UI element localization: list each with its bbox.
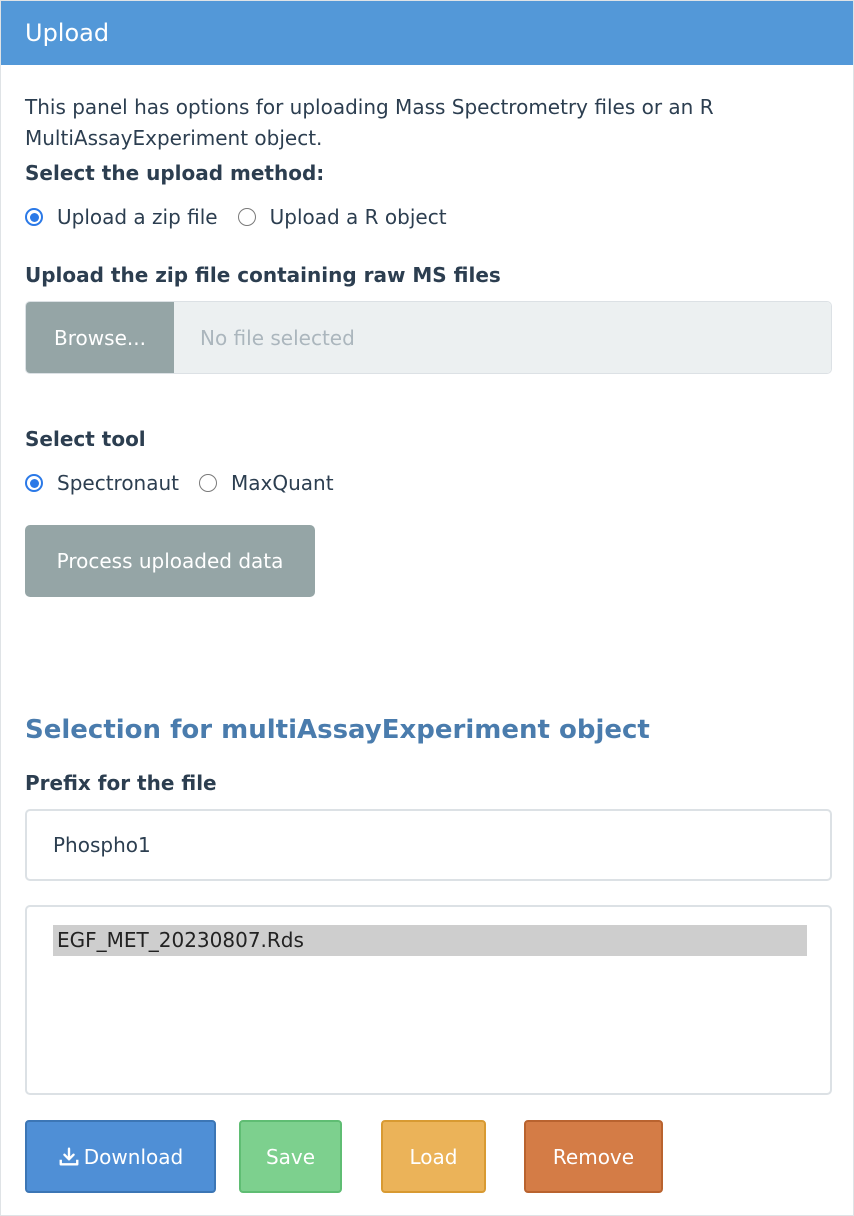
- radio-maxquant[interactable]: MaxQuant: [199, 471, 334, 495]
- download-icon: [59, 1147, 79, 1166]
- upload-panel: Upload This panel has options for upload…: [0, 0, 854, 1216]
- file-listbox[interactable]: EGF_MET_20230807.Rds: [25, 905, 832, 1095]
- upload-method-label: Select the upload method:: [25, 161, 325, 185]
- radio-upload-zip[interactable]: Upload a zip file: [25, 205, 218, 229]
- radio-upload-r-object-label: Upload a R object: [269, 205, 447, 229]
- process-uploaded-data-button[interactable]: Process uploaded data: [25, 525, 315, 597]
- list-item[interactable]: EGF_MET_20230807.Rds: [53, 925, 807, 956]
- panel-header: Upload: [1, 1, 853, 65]
- radio-maxquant-indicator[interactable]: [199, 474, 218, 492]
- tool-radio-group: Spectronaut MaxQuant: [25, 471, 354, 495]
- panel-description: This panel has options for uploading Mas…: [25, 95, 714, 150]
- file-name-display[interactable]: No file selected: [174, 302, 831, 373]
- mae-section-title: Selection for multiAssayExperiment objec…: [25, 715, 650, 745]
- zip-file-input[interactable]: Browse... No file selected: [25, 301, 832, 374]
- radio-spectronaut-label: Spectronaut: [57, 471, 180, 495]
- prefix-input[interactable]: Phospho1: [25, 809, 832, 881]
- radio-spectronaut[interactable]: Spectronaut: [25, 471, 179, 495]
- select-tool-label: Select tool: [25, 427, 146, 451]
- browse-button[interactable]: Browse...: [26, 302, 174, 373]
- download-button[interactable]: Download: [25, 1120, 216, 1193]
- radio-upload-zip-indicator[interactable]: [25, 208, 43, 226]
- remove-button[interactable]: Remove: [524, 1120, 663, 1193]
- radio-upload-r-object[interactable]: Upload a R object: [237, 205, 447, 229]
- radio-upload-r-object-indicator[interactable]: [237, 208, 256, 226]
- zip-upload-label: Upload the zip file containing raw MS fi…: [25, 263, 501, 287]
- radio-maxquant-label: MaxQuant: [231, 471, 334, 495]
- radio-upload-zip-label: Upload a zip file: [57, 205, 218, 229]
- save-button[interactable]: Save: [239, 1120, 342, 1193]
- upload-method-radio-group: Upload a zip file Upload a R object: [25, 205, 467, 229]
- prefix-label: Prefix for the file: [25, 771, 217, 795]
- load-button[interactable]: Load: [381, 1120, 486, 1193]
- radio-spectronaut-indicator[interactable]: [25, 474, 43, 492]
- download-label: Download: [83, 1144, 184, 1169]
